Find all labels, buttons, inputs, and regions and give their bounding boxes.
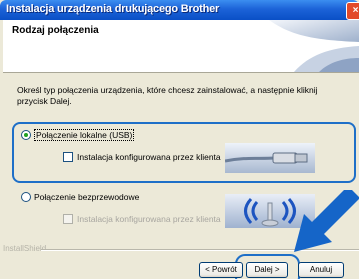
usb-cable-icon [225, 143, 315, 173]
installshield-brand: InstallShield [3, 244, 47, 253]
back-button[interactable]: < Powrót [199, 262, 243, 278]
installer-window: Instalacja urządzenia drukującego Brothe… [0, 0, 359, 279]
checkbox-wireless-custom-install[interactable]: Instalacja konfigurowana przez klienta [63, 214, 221, 224]
close-icon[interactable]: × [346, 2, 359, 20]
checkbox-local-label: Instalacja konfigurowana przez klienta [77, 152, 221, 162]
instruction-text: Określ typ połączenia urządzenia, które … [17, 85, 318, 106]
radio-button[interactable] [21, 192, 31, 202]
radio-local-usb-label: Połączenie lokalne (USB) [34, 129, 135, 141]
radio-button-selected[interactable] [21, 130, 31, 140]
pointer-arrow-icon [294, 190, 359, 252]
title-bar[interactable]: Instalacja urządzenia drukującego Brothe… [0, 0, 359, 20]
next-button[interactable]: Dalej > [246, 262, 288, 278]
checkbox-disabled[interactable] [63, 214, 73, 224]
checkbox[interactable] [63, 152, 73, 162]
header-panel: Rodzaj połączenia [3, 20, 359, 73]
checkbox-local-custom-install[interactable]: Instalacja konfigurowana przez klienta [63, 152, 221, 162]
radio-wireless-label: Połączenie bezprzewodowe [34, 192, 140, 202]
radio-local-usb[interactable]: Połączenie lokalne (USB) [21, 129, 135, 141]
cancel-button[interactable]: Anuluj [298, 262, 344, 278]
page-title: Rodzaj połączenia [12, 25, 99, 36]
header-decoration-icon [249, 20, 359, 72]
window-title: Instalacja urządzenia drukującego Brothe… [6, 3, 220, 15]
radio-wireless[interactable]: Połączenie bezprzewodowe [21, 192, 139, 202]
checkbox-wireless-label: Instalacja konfigurowana przez klienta [77, 214, 221, 224]
